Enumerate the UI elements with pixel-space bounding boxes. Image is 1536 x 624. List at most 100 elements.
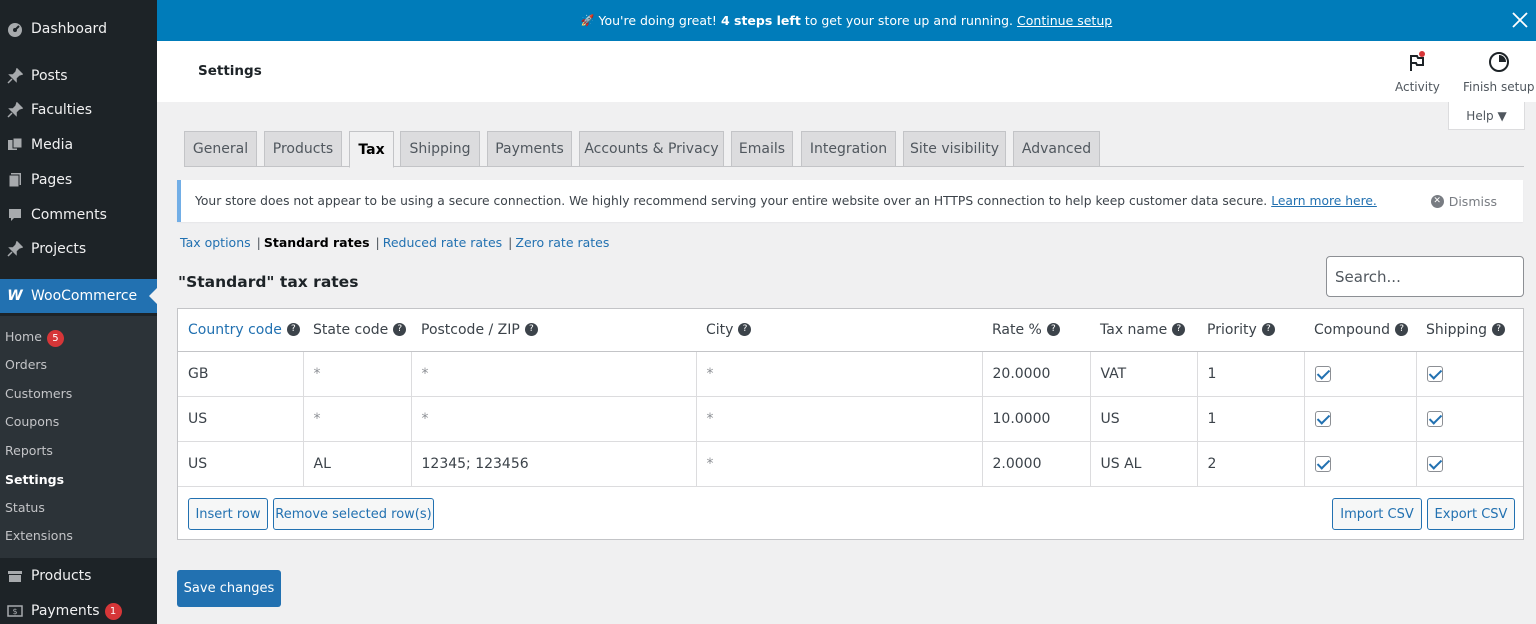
header-label: Country code <box>188 321 282 338</box>
header-label: Shipping <box>1426 321 1488 338</box>
column-header-tax-name: Tax name? <box>1090 309 1197 352</box>
admin-sidebar: Dashboard Posts Faculties Media Pages Co… <box>0 0 157 624</box>
shipping-checkbox[interactable] <box>1426 455 1443 472</box>
cell-priority[interactable]: 1 <box>1197 351 1305 397</box>
cell-postcode[interactable]: * <box>411 351 697 397</box>
tab-integration[interactable]: Integration <box>801 131 896 167</box>
header-label: Rate % <box>992 321 1042 338</box>
save-changes-button[interactable]: Save changes <box>177 570 281 607</box>
sidebar-item-media[interactable]: Media <box>0 128 157 162</box>
cell-rate[interactable]: 10.0000 <box>982 396 1091 442</box>
cell-rate[interactable]: 2.0000 <box>982 441 1091 487</box>
cell-city[interactable]: * <box>696 351 983 397</box>
cell-country[interactable]: US <box>178 441 304 487</box>
sidebar-item-label: Products <box>31 568 92 584</box>
compound-checkbox[interactable] <box>1314 455 1331 472</box>
column-header-state: State code? <box>303 309 411 352</box>
reduced-rates-link[interactable]: Reduced rate rates <box>383 235 502 250</box>
tab-emails[interactable]: Emails <box>731 131 793 167</box>
cell-city[interactable]: * <box>696 396 983 442</box>
submenu-item-coupons[interactable]: Coupons <box>5 414 59 429</box>
cell-country[interactable]: GB <box>178 351 304 397</box>
pin-icon <box>6 240 24 258</box>
cell-priority[interactable]: 1 <box>1197 396 1305 442</box>
tab-payments[interactable]: Payments <box>487 131 572 167</box>
sidebar-item-comments[interactable]: Comments <box>0 198 157 232</box>
search-input[interactable] <box>1326 256 1524 297</box>
export-csv-button[interactable]: Export CSV <box>1427 498 1515 530</box>
sidebar-item-label: Posts <box>31 68 68 84</box>
pin-icon <box>6 101 24 119</box>
sidebar-item-pages[interactable]: Pages <box>0 163 157 197</box>
remove-rows-button[interactable]: Remove selected row(s) <box>273 498 434 530</box>
sidebar-item-posts[interactable]: Posts <box>0 59 157 93</box>
cell-rate[interactable]: 20.0000 <box>982 351 1091 397</box>
zero-rates-link[interactable]: Zero rate rates <box>515 235 609 250</box>
tax-options-link[interactable]: Tax options <box>180 235 251 250</box>
cell-compound <box>1304 441 1417 487</box>
help-button[interactable]: Help ▼ <box>1448 102 1525 130</box>
close-icon[interactable] <box>1510 10 1530 30</box>
close-circle-icon: ✕ <box>1430 195 1444 208</box>
help-icon: ? <box>1172 323 1186 337</box>
submenu-item-home[interactable]: Home 5 <box>5 329 64 347</box>
submenu-item-orders[interactable]: Orders <box>5 357 47 372</box>
tax-rates-table: Country code? State code? Postcode / ZIP… <box>177 308 1524 540</box>
header-label: Postcode / ZIP <box>421 321 520 338</box>
tab-accounts-privacy[interactable]: Accounts & Privacy <box>579 131 724 167</box>
cell-priority[interactable]: 2 <box>1197 441 1305 487</box>
submenu-item-settings[interactable]: Settings <box>5 472 64 487</box>
cell-tax-name[interactable]: VAT <box>1090 351 1198 397</box>
insert-row-button[interactable]: Insert row <box>188 498 268 530</box>
sidebar-item-woocommerce[interactable]: W WooCommerce <box>0 279 157 313</box>
tab-shipping[interactable]: Shipping <box>400 131 480 167</box>
tab-advanced[interactable]: Advanced <box>1013 131 1100 167</box>
submenu-item-extensions[interactable]: Extensions <box>5 528 73 543</box>
tax-section-nav: Tax options | Standard rates | Reduced r… <box>180 235 609 250</box>
shipping-checkbox[interactable] <box>1426 365 1443 382</box>
sidebar-item-payments[interactable]: $ Payments 1 <box>0 594 157 624</box>
cell-postcode[interactable]: 12345; 123456 <box>411 441 697 487</box>
comments-icon <box>6 206 24 224</box>
dismiss-button[interactable]: ✕ Dismiss <box>1430 194 1497 209</box>
sidebar-item-projects[interactable]: Projects <box>0 232 157 266</box>
banner-text: You're doing great! <box>598 13 717 28</box>
help-icon: ? <box>1261 323 1275 337</box>
header-label: Compound <box>1314 321 1391 338</box>
help-icon: ? <box>524 323 538 337</box>
finish-setup-button[interactable]: Finish setup <box>1463 51 1535 94</box>
banner-steps-left: 4 steps left <box>720 13 801 28</box>
cell-tax-name[interactable]: US <box>1090 396 1198 442</box>
learn-more-link[interactable]: Learn more here. <box>1271 194 1377 208</box>
cell-compound <box>1304 396 1417 442</box>
submenu-item-reports[interactable]: Reports <box>5 443 53 458</box>
compound-checkbox[interactable] <box>1314 365 1331 382</box>
shipping-checkbox[interactable] <box>1426 410 1443 427</box>
tab-general[interactable]: General <box>184 131 257 167</box>
notification-badge: 5 <box>46 330 64 347</box>
cell-state[interactable]: AL <box>303 441 412 487</box>
woocommerce-submenu: Home 5 Orders Customers Coupons Reports S… <box>0 316 157 558</box>
column-header-country[interactable]: Country code? <box>178 309 303 352</box>
notification-badge: 1 <box>104 602 122 620</box>
tab-tax[interactable]: Tax <box>349 131 394 168</box>
sidebar-item-faculties[interactable]: Faculties <box>0 93 157 127</box>
submenu-item-status[interactable]: Status <box>5 500 45 515</box>
header-label: City <box>706 321 734 338</box>
submenu-item-customers[interactable]: Customers <box>5 386 72 401</box>
cell-city[interactable]: * <box>696 441 983 487</box>
import-csv-button[interactable]: Import CSV <box>1332 498 1422 530</box>
sidebar-item-products[interactable]: Products <box>0 559 157 593</box>
cell-state[interactable]: * <box>303 396 412 442</box>
continue-setup-link[interactable]: Continue setup <box>1017 13 1112 28</box>
activity-button[interactable]: Activity <box>1395 51 1440 94</box>
cell-postcode[interactable]: * <box>411 396 697 442</box>
help-icon: ? <box>738 323 752 337</box>
tab-site-visibility[interactable]: Site visibility <box>903 131 1006 167</box>
cell-country[interactable]: US <box>178 396 304 442</box>
cell-tax-name[interactable]: US AL <box>1090 441 1198 487</box>
tab-products[interactable]: Products <box>264 131 342 167</box>
sidebar-item-dashboard[interactable]: Dashboard <box>0 12 157 46</box>
cell-state[interactable]: * <box>303 351 412 397</box>
compound-checkbox[interactable] <box>1314 410 1331 427</box>
